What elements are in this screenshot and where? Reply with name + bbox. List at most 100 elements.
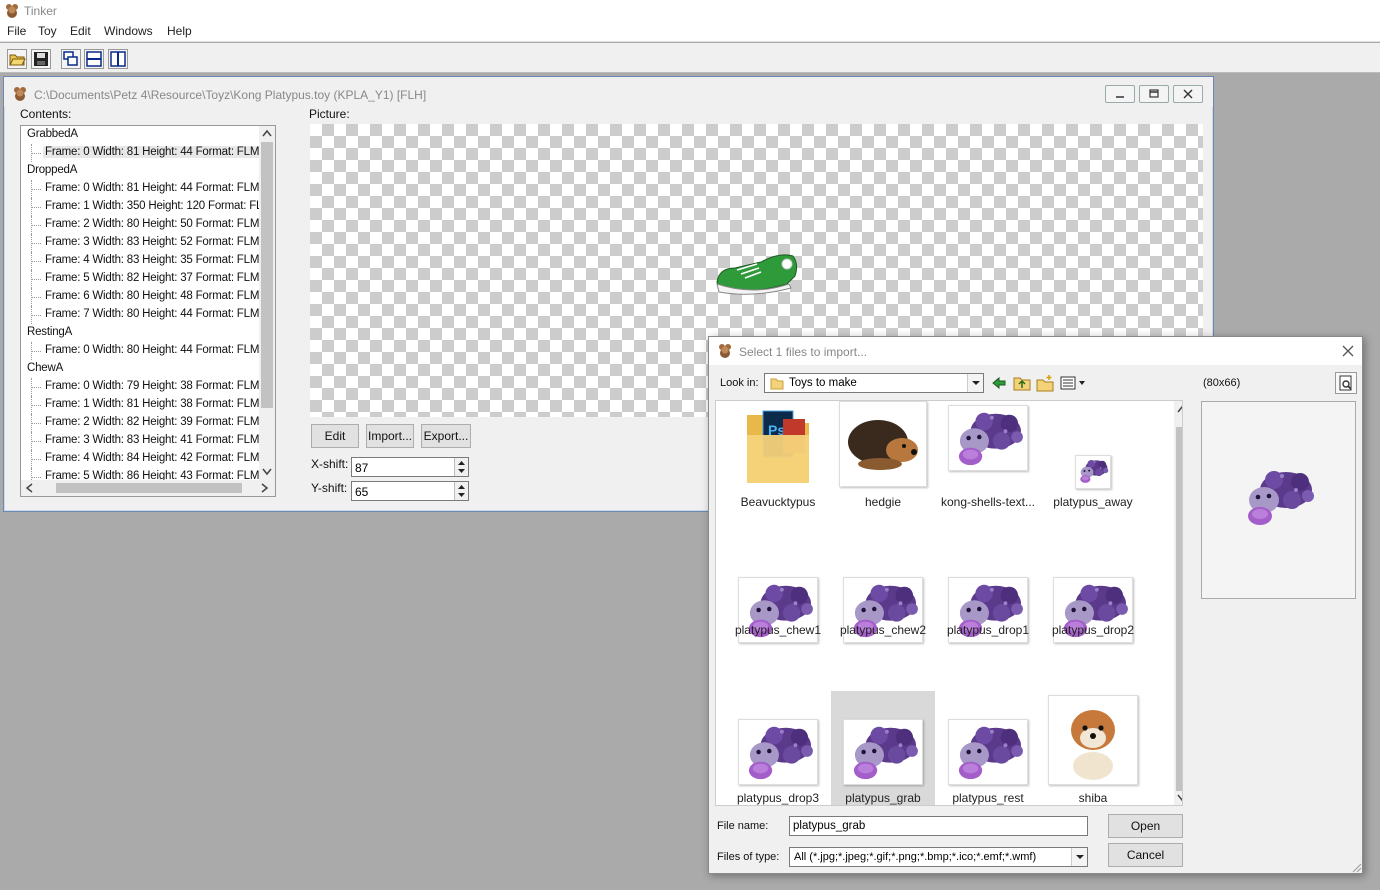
file-item[interactable]: platypus_drop1 xyxy=(936,549,1040,665)
file-item-label: kong-shells-text... xyxy=(940,495,1036,509)
file-list[interactable]: Ps Beavucktypus hedgie kong-shells-text... p… xyxy=(715,400,1183,806)
minimize-button[interactable] xyxy=(1105,85,1135,103)
tile-vertical-icon[interactable] xyxy=(108,49,128,69)
restore-icon xyxy=(1149,89,1159,98)
picture-label: Picture: xyxy=(309,107,350,121)
scroll-left-icon xyxy=(25,483,33,493)
look-in-combo[interactable]: Toys to make xyxy=(764,373,984,393)
tree-frame-node[interactable]: Frame: 5 Width: 82 Height: 37 Format: FL… xyxy=(43,272,275,284)
file-item[interactable]: platypus_drop2 xyxy=(1041,549,1145,665)
tile-horizontal-icon[interactable] xyxy=(84,49,104,69)
tree-frame-node[interactable]: Frame: 7 Width: 80 Height: 44 Format: FL… xyxy=(43,308,275,320)
import-file-dialog: Select 1 files to import... Look in: Toy… xyxy=(708,336,1363,874)
tree-frame-node[interactable]: Frame: 3 Width: 83 Height: 52 Format: FL… xyxy=(43,236,275,248)
tree-group-node[interactable]: ChewA xyxy=(25,362,65,374)
tree-frame-node[interactable]: Frame: 3 Width: 83 Height: 41 Format: FL… xyxy=(43,434,275,446)
xshift-value: 87 xyxy=(355,461,369,475)
file-item[interactable]: shiba xyxy=(1041,691,1145,805)
save-icon[interactable] xyxy=(31,49,51,69)
tree-connector xyxy=(31,216,32,234)
xshift-spinner[interactable]: 87 xyxy=(351,457,469,477)
tree-vscroll-thumb[interactable] xyxy=(261,142,273,408)
up-folder-icon[interactable] xyxy=(1013,375,1031,391)
yshift-spinner[interactable]: 65 xyxy=(351,481,469,501)
tree-vertical-scrollbar[interactable] xyxy=(259,126,275,480)
file-item[interactable]: Ps Beavucktypus xyxy=(726,401,830,517)
file-item[interactable]: platypus_rest xyxy=(936,691,1040,805)
tree-frame-node[interactable]: Frame: 0 Width: 81 Height: 44 Format: FL… xyxy=(43,146,275,158)
xshift-arrows[interactable] xyxy=(454,458,468,476)
platypus-thumbnail xyxy=(738,719,818,785)
tree-connector xyxy=(31,297,41,298)
file-item[interactable]: platypus_chew2 xyxy=(831,549,935,665)
tree-connector xyxy=(31,234,32,252)
tree-frame-node[interactable]: Frame: 1 Width: 350 Height: 120 Format: … xyxy=(43,200,275,212)
tree-group-node[interactable]: DroppedA xyxy=(25,164,79,176)
view-menu-icon[interactable] xyxy=(1060,375,1088,391)
restore-button[interactable] xyxy=(1139,85,1169,103)
files-of-type-dropdown-arrow[interactable] xyxy=(1071,848,1087,866)
tree-group-node[interactable]: RestingA xyxy=(25,326,74,338)
yshift-arrows[interactable] xyxy=(454,482,468,500)
edit-button[interactable]: Edit xyxy=(311,424,359,448)
menu-edit[interactable]: Edit xyxy=(70,24,91,38)
preview-image xyxy=(1238,464,1318,530)
contents-tree[interactable]: GrabbedA Frame: 0 Width: 81 Height: 44 Fo… xyxy=(20,125,276,497)
open-button[interactable]: Open xyxy=(1108,814,1183,838)
menu-toy[interactable]: Toy xyxy=(38,24,57,38)
export-button[interactable]: Export... xyxy=(421,424,471,448)
back-arrow-icon[interactable] xyxy=(991,375,1007,391)
tree-frame-node[interactable]: Frame: 4 Width: 84 Height: 42 Format: FL… xyxy=(43,452,275,464)
child-title: C:\Documents\Petz 4\Resource\Toyz\Kong P… xyxy=(34,88,427,102)
file-list-scroll-thumb[interactable] xyxy=(1176,427,1182,791)
tree-connector xyxy=(31,378,32,396)
tree-frame-node[interactable]: Frame: 0 Width: 79 Height: 38 Format: FL… xyxy=(43,380,275,392)
tree-frame-node[interactable]: Frame: 6 Width: 80 Height: 48 Format: FL… xyxy=(43,290,275,302)
close-button[interactable] xyxy=(1173,85,1203,103)
tree-frame-node[interactable]: Frame: 0 Width: 81 Height: 44 Format: FL… xyxy=(43,182,275,194)
cancel-button[interactable]: Cancel xyxy=(1108,843,1183,867)
hedgehog-thumbnail xyxy=(839,401,927,487)
files-of-type-value: All (*.jpg;*.jpeg;*.gif;*.png;*.bmp;*.ic… xyxy=(794,851,1037,863)
menu-file[interactable]: File xyxy=(7,24,26,38)
file-item[interactable]: platypus_drop3 xyxy=(726,691,830,805)
file-item[interactable]: kong-shells-text... xyxy=(936,401,1040,517)
preview-toggle-button[interactable] xyxy=(1335,372,1357,394)
file-item[interactable]: hedgie xyxy=(831,401,935,517)
yshift-value: 65 xyxy=(355,485,369,499)
tree-connector xyxy=(31,423,41,424)
tree-connector xyxy=(31,351,41,352)
file-item[interactable]: platypus_grab xyxy=(831,691,935,805)
file-name-input[interactable]: platypus_grab xyxy=(789,816,1088,836)
tree-frame-node[interactable]: Frame: 4 Width: 83 Height: 35 Format: FL… xyxy=(43,254,275,266)
menu-help[interactable]: Help xyxy=(167,24,192,38)
tree-connector xyxy=(31,288,32,306)
tree-frame-node[interactable]: Frame: 2 Width: 82 Height: 39 Format: FL… xyxy=(43,416,275,428)
look-in-dropdown-arrow[interactable] xyxy=(967,374,983,392)
tree-hscroll-thumb[interactable] xyxy=(56,483,242,493)
file-list-scrollbar[interactable] xyxy=(1174,401,1182,805)
open-folder-icon[interactable] xyxy=(7,49,27,69)
tree-connector xyxy=(31,261,41,262)
platypus-thumbnail xyxy=(843,719,923,785)
menu-windows[interactable]: Windows xyxy=(104,24,153,38)
tree-connector xyxy=(31,207,41,208)
dialog-close-icon[interactable] xyxy=(1341,344,1355,358)
import-button[interactable]: Import... xyxy=(366,424,414,448)
tree-frame-node[interactable]: Frame: 0 Width: 80 Height: 44 Format: FL… xyxy=(43,344,275,356)
file-name-value: platypus_grab xyxy=(793,820,866,832)
tree-frame-node[interactable]: Frame: 1 Width: 81 Height: 38 Format: FL… xyxy=(43,398,275,410)
tree-horizontal-scrollbar[interactable] xyxy=(21,480,275,496)
resize-grip-icon[interactable] xyxy=(1350,861,1362,873)
new-folder-icon[interactable] xyxy=(1036,374,1054,392)
scroll-up-icon xyxy=(1177,405,1182,413)
files-of-type-combo[interactable]: All (*.jpg;*.jpeg;*.gif;*.png;*.bmp;*.ic… xyxy=(789,847,1088,867)
file-item[interactable]: platypus_away xyxy=(1041,401,1145,517)
file-item[interactable]: platypus_chew1 xyxy=(726,549,830,665)
sneaker-sprite-image xyxy=(716,254,798,295)
file-item-label: platypus_drop3 xyxy=(736,791,820,805)
tree-connector xyxy=(31,387,41,388)
tree-frame-node[interactable]: Frame: 2 Width: 80 Height: 50 Format: FL… xyxy=(43,218,275,230)
tree-group-node[interactable]: GrabbedA xyxy=(25,128,80,140)
cascade-icon[interactable] xyxy=(61,49,81,69)
